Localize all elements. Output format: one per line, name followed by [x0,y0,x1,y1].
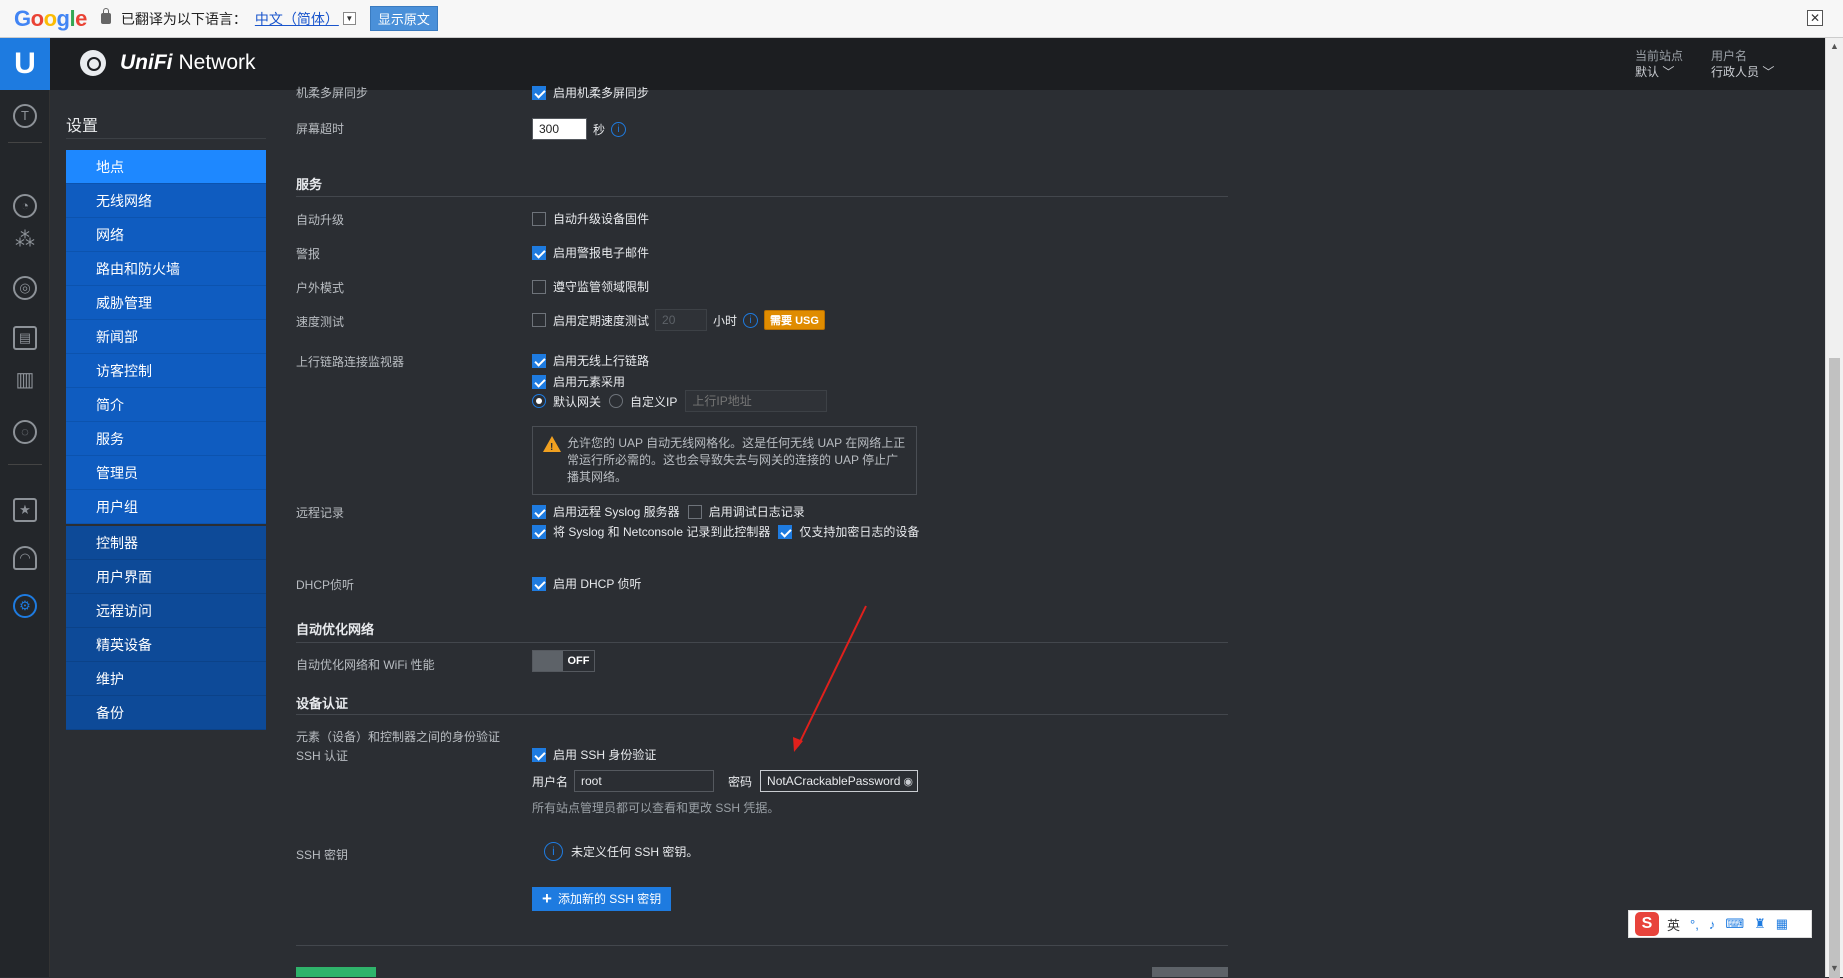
toolbox-icon[interactable]: ▦ [1776,916,1788,932]
ime-language[interactable]: 英 [1667,915,1680,934]
ime-toolbar: S 英 °, ♪ ⌨ ♜ ▦ [1628,910,1812,938]
punctuation-icon[interactable]: °, [1690,917,1699,932]
keyboard-icon[interactable]: ⌨ [1725,916,1744,932]
microphone-icon[interactable]: ♪ [1709,917,1716,932]
scroll-thumb[interactable] [1829,358,1840,978]
skin-icon[interactable]: ♜ [1754,916,1766,932]
scroll-down-icon[interactable]: ▼ [1826,960,1843,977]
page-scrollbar[interactable]: ▲ ▼ [1825,38,1843,978]
scroll-up-icon[interactable]: ▲ [1826,38,1843,55]
sogou-logo-icon[interactable]: S [1635,912,1659,936]
annotation-arrow [793,605,867,752]
